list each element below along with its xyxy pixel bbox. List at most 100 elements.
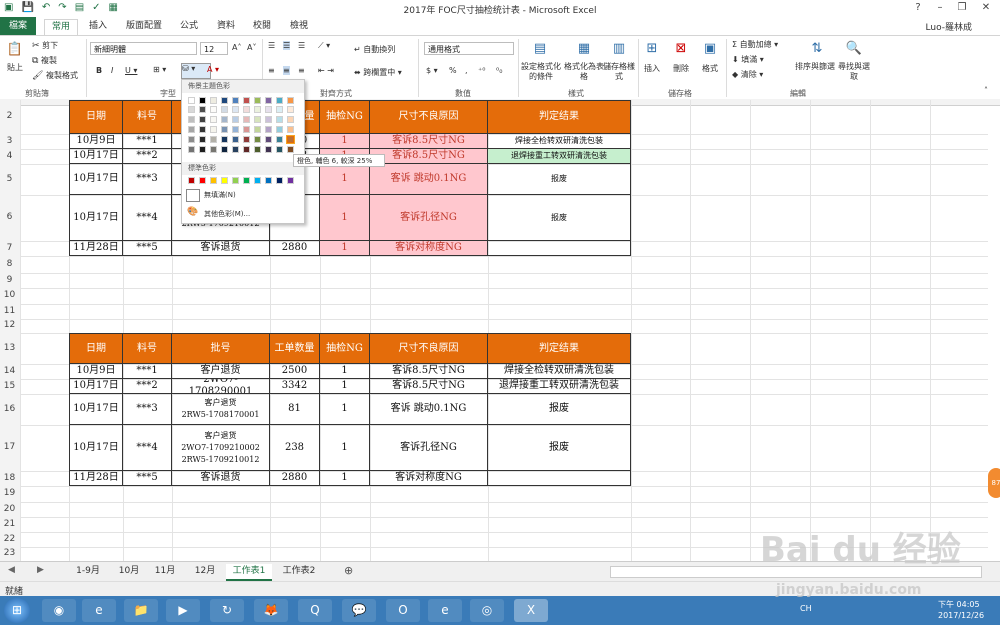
font-color-button[interactable]: A ▾: [207, 65, 219, 74]
table-cell[interactable]: 客诉8.5尺寸NG: [370, 134, 488, 149]
color-swatch[interactable]: [276, 126, 283, 133]
color-swatch[interactable]: [254, 126, 261, 133]
align-center-button[interactable]: ≡: [283, 66, 290, 75]
sheet-tab[interactable]: 1-9月: [66, 564, 110, 579]
indent-button[interactable]: ⇤ ⇥: [318, 66, 334, 75]
qq-icon[interactable]: Q: [298, 599, 332, 622]
table-cell[interactable]: [488, 471, 631, 486]
outlook-icon[interactable]: O: [386, 599, 420, 622]
help-icon[interactable]: ?: [908, 2, 928, 13]
tab-page-layout[interactable]: 版面配置: [119, 19, 169, 34]
table-cell[interactable]: 客诉8.5尺寸NG: [370, 379, 488, 394]
table-cell[interactable]: 退焊接重工转双研清洗包装: [488, 149, 631, 164]
minimize-button[interactable]: –: [930, 2, 950, 13]
color-swatch[interactable]: [210, 177, 217, 184]
color-swatch[interactable]: [188, 106, 195, 113]
borders-button[interactable]: ⊞ ▾: [153, 65, 166, 74]
input-language[interactable]: CH: [800, 604, 812, 613]
color-swatch[interactable]: [276, 146, 283, 153]
color-swatch[interactable]: [221, 97, 228, 104]
conditional-format-icon[interactable]: ▤: [529, 39, 551, 59]
color-swatch[interactable]: [254, 146, 261, 153]
color-swatch[interactable]: [199, 146, 206, 153]
color-swatch[interactable]: [199, 177, 206, 184]
align-left-button[interactable]: ≡: [268, 66, 275, 75]
table-cell[interactable]: 客诉8.5尺寸NG: [370, 149, 488, 164]
table-cell[interactable]: 客诉退货: [172, 471, 270, 486]
clock-time[interactable]: 下午 04:05: [938, 599, 980, 610]
delete-cells-icon[interactable]: ⊠: [670, 39, 692, 59]
color-swatch[interactable]: [287, 126, 294, 133]
row-number[interactable]: 12: [0, 320, 19, 330]
sheet-tab[interactable]: 工作表1: [226, 564, 272, 581]
update-icon[interactable]: ↻: [210, 599, 244, 622]
row-number[interactable]: 23: [0, 548, 19, 558]
color-swatch[interactable]: [254, 97, 261, 104]
color-swatch[interactable]: [188, 126, 195, 133]
table-cell[interactable]: 客诉孔径NG: [370, 195, 488, 241]
table-cell[interactable]: 11月28日: [69, 471, 123, 486]
color-swatch[interactable]: [188, 136, 195, 143]
clear-button[interactable]: ◆ 清除 ▾: [732, 69, 763, 80]
color-swatch[interactable]: [210, 97, 217, 104]
color-swatch[interactable]: [221, 177, 228, 184]
color-swatch[interactable]: [287, 106, 294, 113]
table-cell[interactable]: 焊接全检转双研清洗包装: [488, 364, 631, 379]
color-swatch[interactable]: [221, 146, 228, 153]
tab-data[interactable]: 資料: [210, 19, 242, 34]
table-cell[interactable]: 客诉对称度NG: [370, 471, 488, 486]
table-cell[interactable]: ***5: [123, 241, 172, 256]
increase-decimal-button[interactable]: ⁺⁰: [478, 66, 485, 75]
table-cell[interactable]: 238: [270, 425, 320, 471]
table-cell[interactable]: 客户退货 2WO7-1709210002 2RW5-1709210012: [172, 425, 270, 471]
tab-formulas[interactable]: 公式: [173, 19, 205, 34]
color-swatch[interactable]: [287, 97, 294, 104]
find-select-icon[interactable]: 🔍: [843, 39, 865, 59]
paste-icon[interactable]: 📋: [4, 40, 26, 60]
clock-date[interactable]: 2017/12/26: [938, 611, 984, 620]
table-cell[interactable]: 客户退货: [172, 364, 270, 379]
color-swatch[interactable]: [221, 106, 228, 113]
color-swatch[interactable]: [210, 136, 217, 143]
color-swatch[interactable]: [254, 116, 261, 123]
color-swatch[interactable]: [265, 136, 272, 143]
table-cell[interactable]: 1: [320, 241, 370, 256]
table-cell[interactable]: 客诉孔径NG: [370, 425, 488, 471]
table-cell[interactable]: ***5: [123, 471, 172, 486]
insert-cells-button[interactable]: 插入: [640, 64, 664, 74]
table-cell[interactable]: 2880: [270, 241, 320, 256]
row-number[interactable]: 4: [0, 151, 19, 161]
find-select-button[interactable]: 尋找與選取: [838, 62, 870, 82]
autosum-button[interactable]: Σ 自動加總 ▾: [732, 39, 778, 50]
table-cell[interactable]: 10月17日: [69, 379, 123, 394]
row-number[interactable]: 18: [0, 473, 19, 483]
table-cell[interactable]: 1: [320, 425, 370, 471]
number-format-select[interactable]: 通用格式: [424, 42, 514, 55]
row-number[interactable]: 11: [0, 306, 19, 316]
color-swatch[interactable]: [232, 177, 239, 184]
table-cell[interactable]: 2WO7-1708290001: [172, 379, 270, 394]
color-swatch[interactable]: [210, 126, 217, 133]
table-cell[interactable]: 1: [320, 134, 370, 149]
new-sheet-icon[interactable]: ⊕: [344, 564, 353, 577]
sort-filter-icon[interactable]: ⇅: [806, 39, 828, 59]
ie-icon[interactable]: e: [82, 599, 116, 622]
table-cell[interactable]: 10月9日: [69, 134, 123, 149]
copy-button[interactable]: ⧉ 複製: [32, 55, 57, 66]
color-swatch[interactable]: [199, 136, 206, 143]
table-cell[interactable]: 退焊接重工转双研清洗包装: [488, 379, 631, 394]
media-player-icon[interactable]: ▶: [166, 599, 200, 622]
row-number[interactable]: 8: [0, 259, 19, 269]
color-swatch[interactable]: [276, 136, 283, 143]
color-swatch[interactable]: [265, 97, 272, 104]
merge-center-button[interactable]: ⬌ 跨欄置中 ▾: [354, 67, 402, 78]
wrap-text-button[interactable]: ↵ 自動換列: [354, 44, 395, 55]
color-swatch[interactable]: [243, 136, 250, 143]
table-cell[interactable]: 81: [270, 394, 320, 425]
color-swatch[interactable]: [243, 146, 250, 153]
color-swatch[interactable]: [210, 146, 217, 153]
no-fill-option[interactable]: 無填滿(N): [204, 190, 236, 200]
restore-button[interactable]: ❐: [952, 2, 972, 13]
table-cell[interactable]: 1: [320, 394, 370, 425]
browser-icon[interactable]: e: [428, 599, 462, 622]
